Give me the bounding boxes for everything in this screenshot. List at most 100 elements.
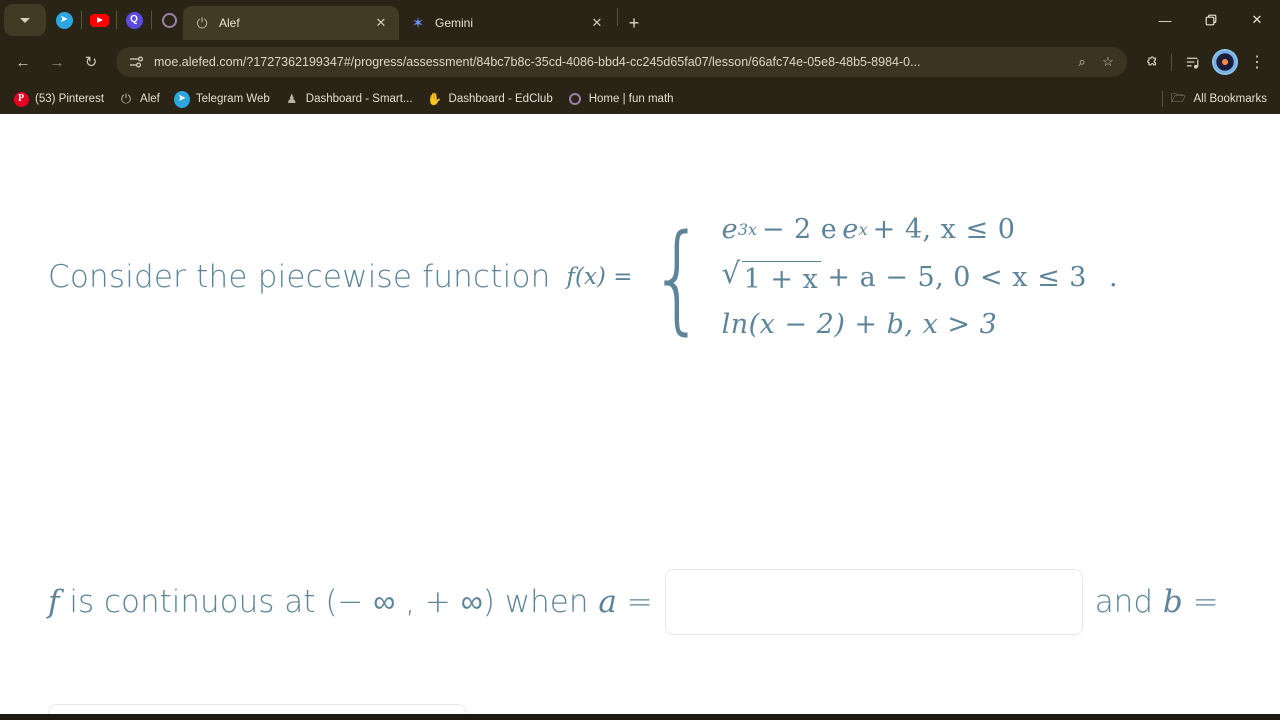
equals-sign-b: = (1182, 584, 1219, 620)
minimize-button[interactable]: — (1142, 0, 1188, 40)
divider (81, 11, 82, 29)
piecewise-case-1: e 3x − 2 eex + 4, x ≤ 0 (722, 214, 1118, 245)
statement-middle: is continuous at (59, 584, 326, 620)
playlist-icon (1186, 57, 1198, 69)
telegram-icon: ➤ (173, 90, 190, 108)
variable-a: a (598, 584, 617, 620)
hand-icon: ✋ (427, 92, 442, 106)
bookmark-label: Dashboard - Smart... (305, 93, 413, 105)
radical-sign: √ (721, 256, 741, 290)
case3-expression: ln(x − 2) + b, x > 3 (721, 309, 998, 340)
search-icon[interactable]: ⌕ (1069, 49, 1095, 75)
bookmark-item-telegram-web[interactable]: ➤ Telegram Web (167, 88, 277, 110)
new-tab-button[interactable]: + (620, 9, 648, 37)
page-content: Consider the piecewise function f(x) = {… (0, 114, 1280, 720)
forward-button[interactable]: → (42, 47, 72, 77)
tab-search-button[interactable] (4, 4, 46, 36)
maximize-button[interactable] (1188, 0, 1234, 40)
chrome-menu-button[interactable]: ⋮ (1242, 47, 1272, 77)
tab-strip: ➤ Q ⏻ Alef ✕ ✶ Gemini ✕ + — ✕ (0, 0, 1280, 40)
function-symbol-f: f (48, 584, 60, 620)
pinned-shortcuts-area: ➤ Q (0, 0, 183, 40)
browser-toolbar: ← → ↻ moe.alefed.com/?1727362199347#/pro… (0, 40, 1280, 84)
bookmark-item-dashboard-edclub[interactable]: ✋ Dashboard - EdClub (420, 88, 560, 110)
alef-favicon-icon: ⏻ (196, 14, 208, 31)
bookmark-item-dashboard-smart[interactable]: ♟ Dashboard - Smart... (277, 88, 420, 110)
alef-icon: ⏻ (120, 91, 132, 106)
pinned-shortcut-telegram[interactable]: ➤ (50, 4, 78, 36)
all-bookmarks-area: 🗁 All Bookmarks (1161, 88, 1275, 110)
question-statement: Consider the piecewise function f(x) = {… (48, 214, 1250, 340)
pinterest-icon: P (13, 91, 29, 107)
case1-middle: − 2 e (761, 214, 838, 245)
bookmarks-bar: P (53) Pinterest ⏻ Alef ➤ Telegram Web ♟… (0, 84, 1280, 114)
function-label: f(x) = (566, 264, 633, 290)
pinned-shortcut-opera[interactable] (155, 4, 183, 36)
case1-base-2: e (842, 214, 859, 245)
bookmark-label: Telegram Web (195, 93, 270, 105)
reload-button[interactable]: ↻ (76, 47, 106, 77)
site-settings-icon[interactable] (127, 53, 145, 71)
bookmark-star-icon[interactable]: ☆ (1095, 49, 1121, 75)
person-icon: ♟ (286, 92, 298, 106)
page-bottom-edge (0, 714, 1280, 717)
statement-when: when (494, 584, 599, 620)
profile-button[interactable] (1210, 47, 1240, 77)
bookmark-label: Alef (140, 93, 160, 105)
case2-tail: + a − 5, 0 < x ≤ 3 (827, 261, 1087, 293)
square-root-icon: √ 1 + x (721, 256, 822, 295)
continuity-statement-row: f is continuous at (− ∞ , + ∞) when a = … (48, 569, 1260, 635)
bookmark-label: Dashboard - EdClub (448, 93, 553, 105)
and-word: and (1094, 584, 1163, 620)
address-bar[interactable]: moe.alefed.com/?1727362199347#/progress/… (116, 47, 1127, 77)
case2-radicand: 1 + x (741, 261, 822, 295)
tab-close-button[interactable]: ✕ (371, 13, 391, 33)
case1-tail: + 4, x ≤ 0 (872, 214, 1016, 245)
bookmark-item-home-fun-math[interactable]: Home | fun math (560, 88, 681, 110)
divider (1167, 47, 1176, 77)
piecewise-brace-icon: { (649, 207, 707, 346)
function-definition: f(x) = { e3x − 2 eex + 4, x ≤ 0 √ 1 + x (566, 214, 1118, 340)
answer-input-a[interactable] (664, 569, 1083, 635)
piecewise-cases: e 3x − 2 eex + 4, x ≤ 0 √ 1 + x + a − 5, … (722, 214, 1118, 340)
pinned-shortcut-qbittorrent[interactable]: Q (120, 4, 148, 36)
window-controls: — ✕ (1142, 0, 1280, 40)
statement-and: and b = (1095, 584, 1219, 620)
piecewise-case-2: √ 1 + x + a − 5, 0 < x ≤ 3 . (721, 256, 1118, 295)
browser-window: ➤ Q ⏻ Alef ✕ ✶ Gemini ✕ + — ✕ ← → ↻ moe.… (0, 0, 1280, 720)
all-bookmarks-label: All Bookmarks (1193, 93, 1268, 105)
tab-alef[interactable]: ⏻ Alef ✕ (183, 6, 399, 40)
answer-input-b[interactable] (48, 704, 466, 717)
extensions-button[interactable] (1135, 47, 1165, 77)
reading-list-button[interactable] (1178, 47, 1208, 77)
case1-exponent-1: 3x (738, 220, 757, 239)
all-bookmarks-button[interactable]: 🗁 All Bookmarks (1171, 88, 1275, 110)
opera-icon (161, 12, 177, 28)
back-button[interactable]: ← (8, 47, 38, 77)
divider (1161, 91, 1163, 107)
piecewise-definition-row: Consider the piecewise function f(x) = {… (48, 214, 1250, 340)
bookmark-item-pinterest[interactable]: P (53) Pinterest (6, 88, 111, 110)
bookmark-label: (53) Pinterest (35, 93, 105, 105)
chevron-down-icon (20, 17, 30, 23)
variable-b: b (1162, 584, 1183, 620)
answer-b-row: . (48, 704, 484, 717)
case1-exponent-2: x (858, 220, 868, 239)
avatar (1214, 51, 1236, 73)
tab-close-button[interactable]: ✕ (587, 13, 607, 33)
tab-title: Alef (219, 16, 240, 30)
tune-icon (130, 56, 144, 68)
divider (151, 11, 152, 29)
close-window-button[interactable]: ✕ (1234, 0, 1280, 40)
piecewise-case-3: ln(x − 2) + b, x > 3 (722, 309, 1118, 340)
ring-icon (567, 91, 583, 107)
youtube-icon (89, 13, 109, 27)
equals-sign-a: = (616, 584, 653, 620)
pinned-shortcut-youtube[interactable] (85, 4, 113, 36)
case1-base: e (721, 214, 739, 245)
bookmark-item-alef[interactable]: ⏻ Alef (111, 88, 167, 110)
interval-notation: (− ∞ , + ∞) (325, 584, 495, 620)
bookmark-label: Home | fun math (588, 93, 674, 105)
qbittorrent-icon: Q (125, 11, 143, 29)
tab-gemini[interactable]: ✶ Gemini ✕ (399, 6, 615, 40)
